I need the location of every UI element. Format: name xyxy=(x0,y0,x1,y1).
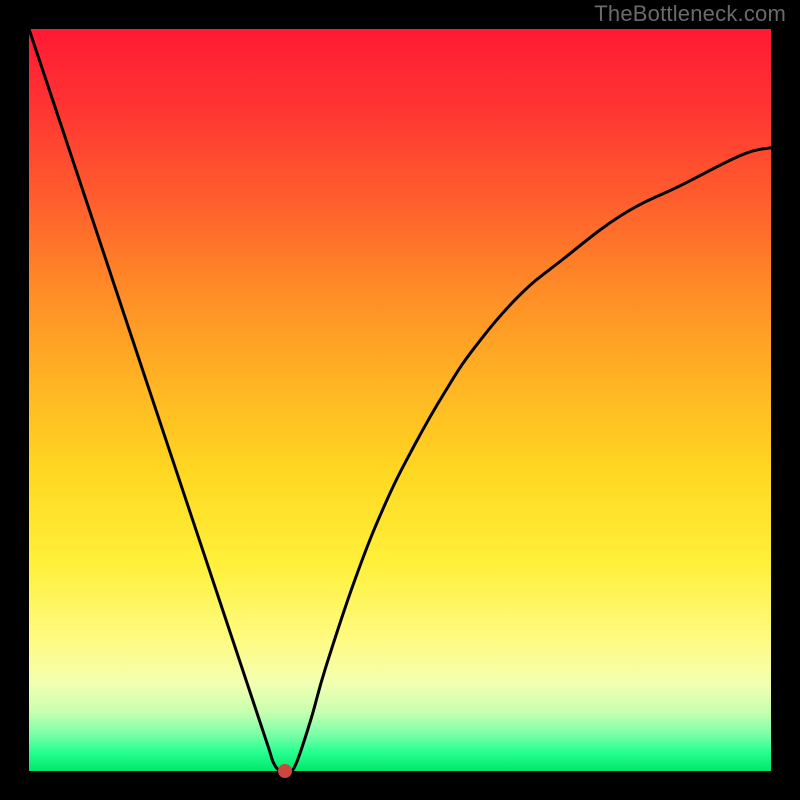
bottleneck-curve xyxy=(29,29,771,771)
watermark-text: TheBottleneck.com xyxy=(594,1,786,27)
gradient-plot-area xyxy=(29,29,771,771)
chart-frame: TheBottleneck.com xyxy=(0,0,800,800)
optimal-point-marker xyxy=(278,764,292,778)
